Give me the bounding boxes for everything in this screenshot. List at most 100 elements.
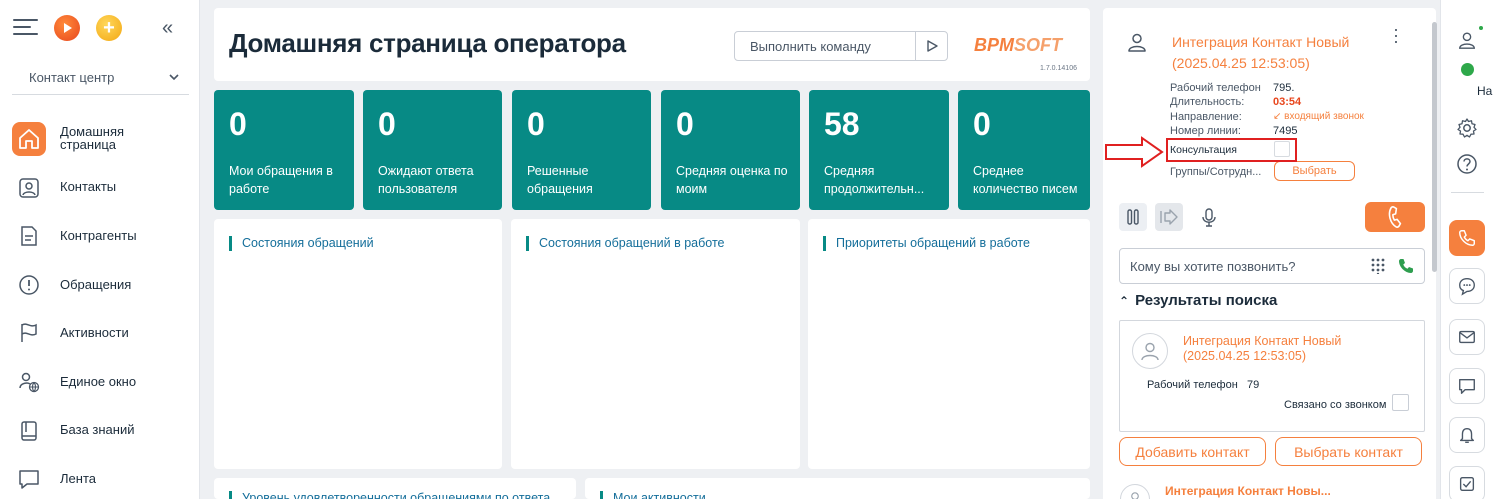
chat-channel-button[interactable] — [1449, 268, 1485, 304]
phone-channel-button[interactable] — [1449, 220, 1485, 256]
contact-avatar — [1120, 25, 1154, 59]
panel-title[interactable]: Состояния обращений в работе — [526, 236, 725, 251]
sidebar-item-label: Контрагенты — [60, 227, 137, 243]
workplace-select[interactable]: Контакт центр — [12, 60, 189, 95]
contact-icon — [12, 171, 46, 205]
linked-to-call-checkbox[interactable] — [1392, 394, 1409, 411]
result-phone-value: 79 — [1247, 379, 1260, 391]
tile-caption: Мои обращения в работе — [229, 164, 333, 196]
user-globe-icon — [12, 365, 46, 399]
next-result-avatar — [1120, 484, 1150, 499]
search-results-header[interactable]: ⌃ Результаты поиска — [1119, 292, 1277, 309]
add-icon[interactable]: + — [96, 15, 122, 41]
sidebar-item-label: Домашняя страница — [60, 124, 125, 153]
sidebar-item-feed[interactable]: Лента — [0, 454, 200, 499]
result-name-link[interactable]: Интеграция Контакт Новый — [1183, 334, 1341, 348]
chevron-down-icon — [169, 74, 179, 81]
search-result-card: Интеграция Контакт Новый (2025.04.25 12:… — [1119, 320, 1425, 432]
email-channel-button[interactable] — [1449, 319, 1485, 355]
command-input[interactable]: Выполнить команду — [735, 39, 915, 54]
tile-caption: Ожидают ответа пользователя — [378, 164, 474, 196]
user-icon — [1459, 32, 1475, 49]
work-phone-label: Рабочий телефон — [1170, 82, 1261, 94]
bpmsoft-logo: BPMSOFT — [974, 35, 1062, 55]
left-sidebar: + « Контакт центр Домашняя страница Конт… — [0, 0, 200, 499]
select-contact-button[interactable]: Выбрать контакт — [1275, 437, 1422, 466]
tile-caption: Решенные обращения — [527, 164, 593, 196]
command-line[interactable]: Выполнить команду — [734, 31, 948, 61]
menu-icon[interactable] — [13, 17, 38, 37]
dial-input[interactable]: Кому вы хотите позвонить? — [1119, 248, 1425, 284]
result-date: (2025.04.25 12:53:05) — [1183, 349, 1307, 363]
sidebar-item-cases[interactable]: Обращения — [0, 260, 200, 309]
direction-label: Направление: — [1170, 111, 1242, 123]
transfer-icon — [1160, 209, 1178, 225]
call-panel: Интеграция Контакт Новый (2025.04.25 12:… — [1103, 8, 1436, 499]
dialpad-icon[interactable] — [1370, 258, 1386, 274]
tile-avg-emails[interactable]: 0 Среднее количество писем — [958, 90, 1090, 210]
call-icon[interactable] — [1398, 258, 1414, 274]
direction-value: ↙ входящий звонок — [1273, 111, 1364, 122]
panel-title[interactable]: Мои активности — [600, 491, 706, 499]
messages-channel-button[interactable] — [1449, 368, 1485, 404]
status-indicator[interactable] — [1461, 63, 1474, 76]
mute-button[interactable] — [1195, 203, 1223, 231]
panel-case-states: Состояния обращений — [214, 219, 502, 469]
hangup-button[interactable] — [1365, 202, 1425, 232]
sidebar-item-label: Лента — [60, 470, 96, 486]
next-result-name-link[interactable]: Интеграция Контакт Новы... — [1165, 484, 1331, 498]
play-outline-icon — [926, 40, 938, 52]
document-icon — [12, 219, 46, 253]
tile-avg-duration[interactable]: 58 Средняя продолжительн... — [809, 90, 949, 210]
tasks-button[interactable] — [1449, 466, 1485, 499]
tile-value: 0 — [676, 106, 694, 142]
sidebar-item-activities[interactable]: Активности — [0, 308, 200, 357]
settings-button[interactable] — [1449, 110, 1485, 146]
run-command-button[interactable] — [915, 32, 947, 60]
panel-title[interactable]: Приоритеты обращений в работе — [823, 236, 1030, 251]
panel-title[interactable]: Состояния обращений — [229, 236, 374, 251]
pause-icon — [1127, 209, 1139, 225]
status-text: На — [1477, 84, 1493, 98]
panel-my-activities: Мои активности — [585, 478, 1090, 499]
sidebar-item-label: Единое окно — [60, 373, 137, 389]
sidebar-item-knowledge-base[interactable]: База знаний — [0, 406, 200, 455]
panel-title[interactable]: Уровень удовлетворенности обращениями по… — [229, 491, 561, 499]
flag-icon — [12, 316, 46, 350]
work-phone-value: 795. — [1273, 82, 1295, 94]
workplace-value: Контакт центр — [29, 69, 115, 85]
version-label: 1.7.0.14106 — [1040, 65, 1077, 72]
checkbox-icon — [1459, 476, 1475, 492]
help-icon — [1457, 154, 1477, 174]
phone-icon — [1459, 230, 1475, 246]
help-button[interactable] — [1449, 146, 1485, 182]
tile-avg-rating[interactable]: 0 Средняя оценка по моим — [661, 90, 800, 210]
sidebar-item-label: Контакты — [60, 179, 117, 195]
sidebar-nav: Домашняя страница Контакты Контрагенты О… — [0, 114, 200, 499]
hold-button[interactable] — [1119, 203, 1147, 231]
gear-icon — [1457, 118, 1477, 138]
result-avatar — [1132, 333, 1168, 369]
sidebar-item-accounts[interactable]: Контрагенты — [0, 211, 200, 260]
tile-resolved[interactable]: 0 Решенные обращения — [512, 90, 651, 210]
sidebar-item-home[interactable]: Домашняя страница — [0, 114, 200, 163]
transfer-button[interactable] — [1155, 203, 1183, 231]
highlight-box — [1166, 138, 1297, 162]
add-contact-button[interactable]: Добавить контакт — [1119, 437, 1266, 466]
envelope-icon — [1459, 330, 1475, 344]
microphone-icon — [1202, 208, 1216, 227]
choose-button[interactable]: Выбрать — [1274, 161, 1355, 181]
phone-hangup-icon — [1388, 206, 1402, 228]
sidebar-item-single-window[interactable]: Единое окно — [0, 357, 200, 406]
more-options-icon[interactable]: · · · — [1393, 20, 1399, 50]
play-icon[interactable] — [54, 15, 80, 41]
call-panel-scrollbar[interactable] — [1432, 22, 1437, 272]
collapse-sidebar-icon[interactable]: « — [162, 17, 173, 40]
tile-value: 0 — [378, 106, 396, 142]
tile-my-cases[interactable]: 0 Мои обращения в работе — [214, 90, 354, 210]
tile-awaiting-reply[interactable]: 0 Ожидают ответа пользователя — [363, 90, 502, 210]
caller-name-link[interactable]: Интеграция Контакт Новый — [1172, 32, 1349, 52]
sidebar-item-contacts[interactable]: Контакты — [0, 163, 200, 212]
tile-value: 58 — [824, 106, 860, 142]
notifications-button[interactable] — [1449, 417, 1485, 453]
